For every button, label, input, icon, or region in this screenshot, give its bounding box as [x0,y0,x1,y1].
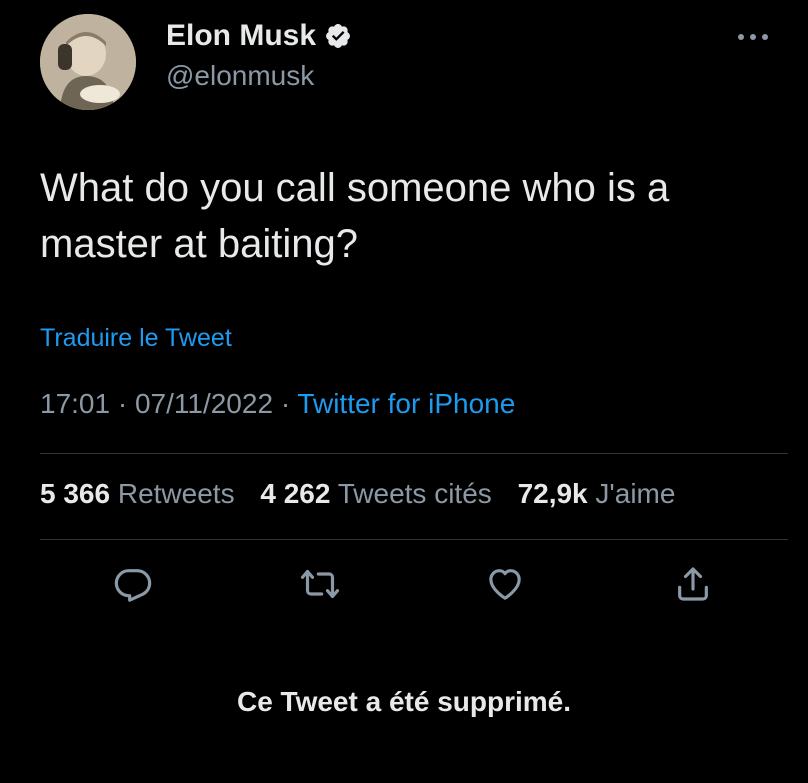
author-info: Elon Musk @elonmusk [166,18,352,92]
tweet-source-link[interactable]: Twitter for iPhone [297,388,515,419]
likes-label: J'aime [595,478,676,509]
tweet-text: What do you call someone who is a master… [40,166,670,266]
tweet-time[interactable]: 17:01 [40,388,110,419]
reply-icon[interactable] [113,564,153,604]
quotes-count: 4 262 [260,478,331,509]
quotes-stat[interactable]: 4 262 Tweets cités [260,478,517,509]
retweets-stat[interactable]: 5 366 Retweets [40,478,260,509]
avatar[interactable] [40,14,136,110]
tweet-date[interactable]: 07/11/2022 [135,388,273,419]
verified-badge-icon [324,22,352,50]
divider [40,539,788,540]
meta-separator: · [280,388,291,419]
meta-separator: · [117,388,128,419]
likes-count: 72,9k [517,478,588,509]
tweet-meta: 17:01 · 07/11/2022 · Twitter for iPhone [40,388,515,420]
quotes-label: Tweets cités [337,478,492,509]
heart-icon[interactable] [485,564,525,604]
name-row: Elon Musk [166,18,352,54]
action-bar [0,564,808,608]
share-icon[interactable] [673,564,713,604]
deleted-notice: Ce Tweet a été supprimé. [236,686,572,717]
translate-link[interactable]: Traduire le Tweet [40,324,232,353]
likes-stat[interactable]: 72,9k J'aime [518,478,694,509]
avatar-photo [40,14,136,110]
retweets-label: Retweets [117,478,235,509]
author-handle[interactable]: @elonmusk [166,60,352,92]
tweet-stats: 5 366 Retweets 4 262 Tweets cités 72,9k … [40,478,693,510]
retweets-count: 5 366 [40,478,111,509]
more-horizontal-icon[interactable] [736,30,770,42]
retweet-icon[interactable] [300,564,340,604]
divider [40,453,788,454]
author-name[interactable]: Elon Musk [166,19,316,53]
